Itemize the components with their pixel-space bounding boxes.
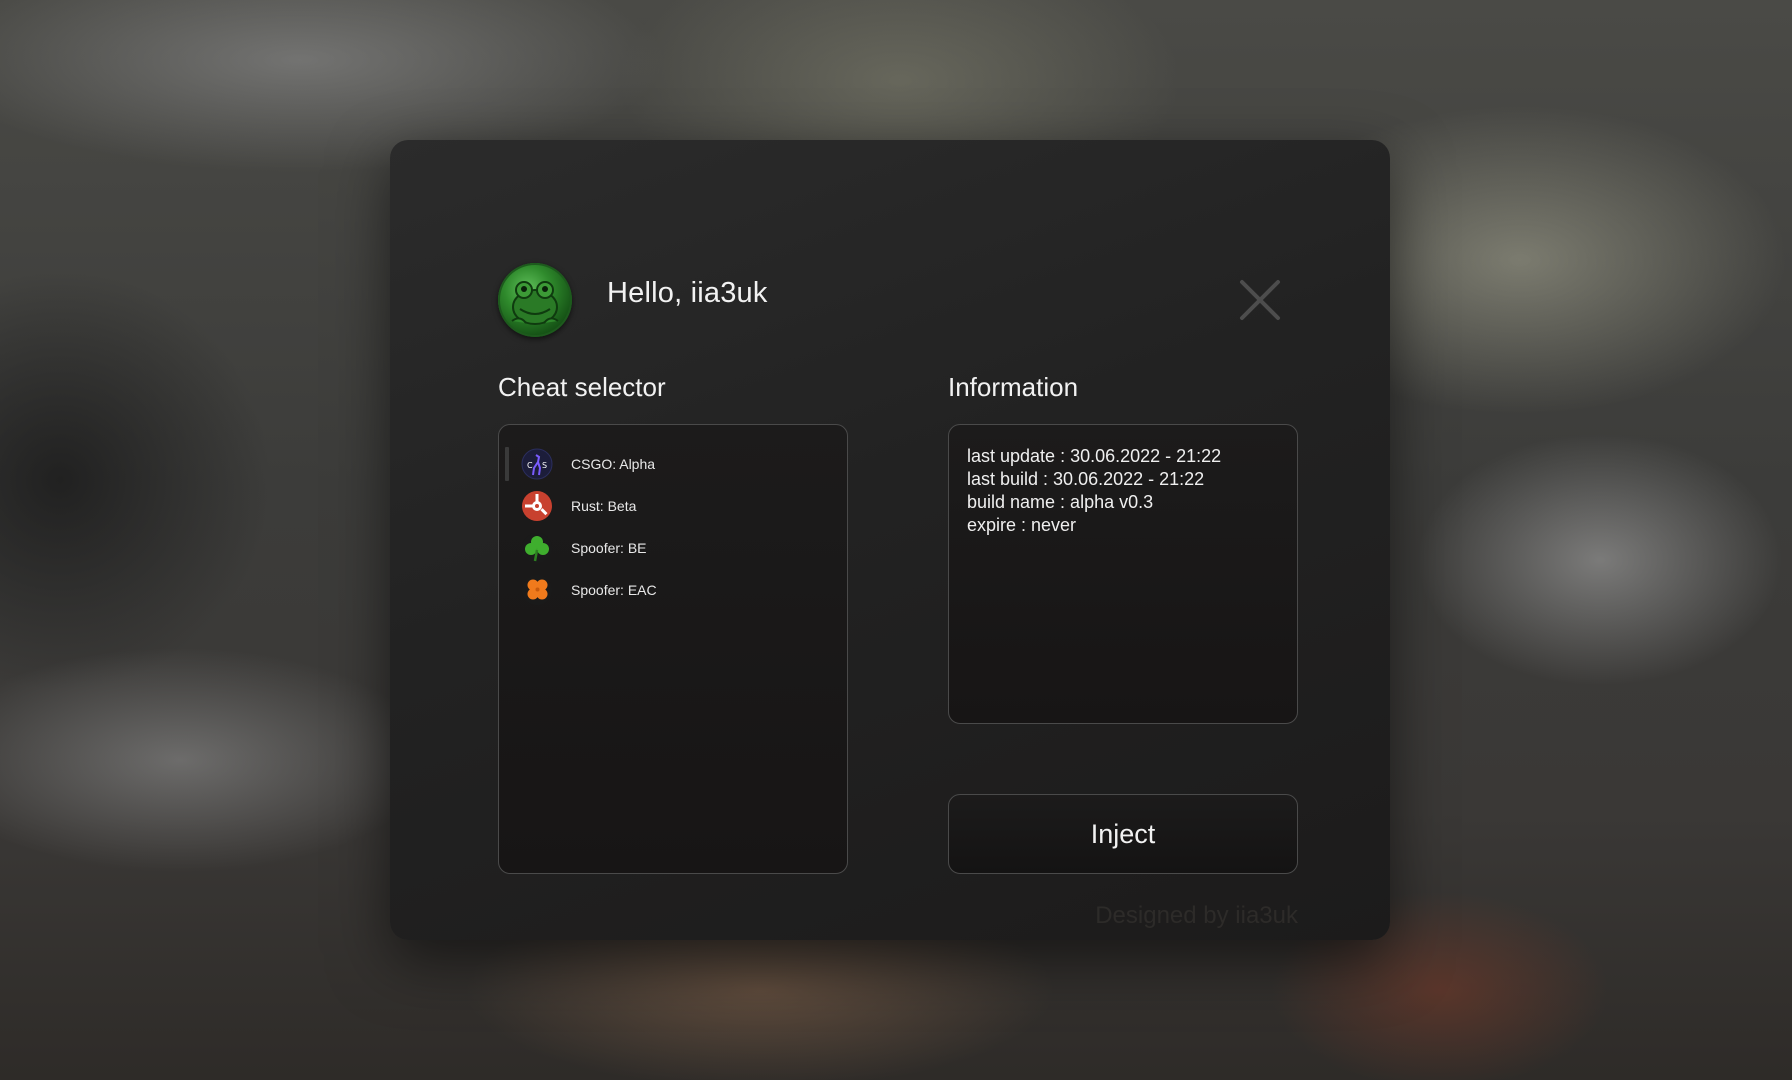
launcher-window: Hello, iia3uk Cheat selector Information… <box>390 140 1390 940</box>
designer-credit: Designed by iia3uk <box>1095 902 1298 929</box>
cheat-label: CSGO: Alpha <box>571 456 656 472</box>
svg-text:C: C <box>527 461 533 470</box>
info-last-build: last build : 30.06.2022 - 21:22 <box>967 469 1205 489</box>
info-expire: expire : never <box>967 515 1077 535</box>
csgo-icon: C S <box>521 448 553 480</box>
cheat-item-rust-beta[interactable]: Rust: Beta <box>499 485 847 527</box>
cheat-label: Spoofer: EAC <box>571 582 657 598</box>
orange-clover-icon <box>522 575 552 605</box>
frog-avatar-icon <box>498 263 572 337</box>
green-clover-icon <box>522 533 552 563</box>
close-icon <box>1240 280 1280 320</box>
inject-button[interactable]: Inject <box>948 794 1298 874</box>
info-last-update: last update : 30.06.2022 - 21:22 <box>967 446 1222 466</box>
information-title: Information <box>948 372 1079 402</box>
info-build-name: build name : alpha v0.3 <box>967 492 1154 512</box>
cheat-item-spoofer-be[interactable]: Spoofer: BE <box>499 527 847 569</box>
cheat-selector-panel: C S CSGO: Alpha Rust: Beta Spoofer: BE S… <box>498 424 848 874</box>
cheat-label: Rust: Beta <box>571 498 637 514</box>
cheat-item-csgo-alpha[interactable]: C S CSGO: Alpha <box>499 443 847 485</box>
greeting-text: Hello, iia3uk <box>607 277 768 309</box>
cheat-label: Spoofer: BE <box>571 540 647 556</box>
close-button[interactable] <box>1238 278 1282 322</box>
cheat-selector-title: Cheat selector <box>498 372 666 402</box>
cheat-list: C S CSGO: Alpha Rust: Beta Spoofer: BE S… <box>499 425 847 611</box>
cheat-item-spoofer-eac[interactable]: Spoofer: EAC <box>499 569 847 611</box>
information-panel: last update : 30.06.2022 - 21:22 last bu… <box>948 424 1298 724</box>
svg-text:S: S <box>542 461 547 470</box>
rust-icon <box>522 491 552 521</box>
